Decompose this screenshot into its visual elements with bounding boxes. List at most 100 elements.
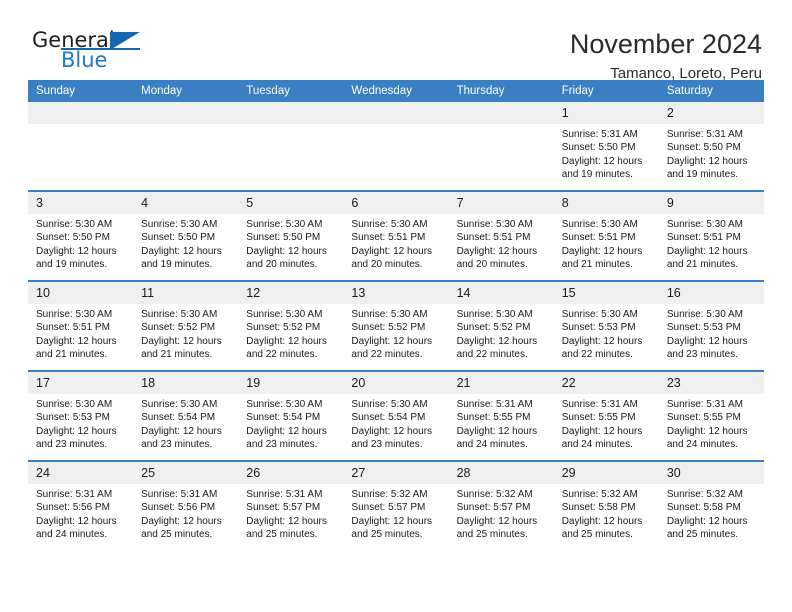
day-detail-line: and 22 minutes. bbox=[351, 349, 423, 361]
calendar-cell-day-18[interactable]: 18 Sunrise: 5:30 AM Sunset: 5:54 PM Dayligh… bbox=[133, 370, 239, 461]
day-cell: 6 Sunrise: 5:30 AM Sunset: 5:51 PM Daylight… bbox=[343, 192, 449, 280]
calendar-cell-day-19[interactable]: 19 Sunrise: 5:30 AM Sunset: 5:54 PM Dayligh… bbox=[238, 370, 344, 461]
day-detail-line: Sunrise: 5:30 AM bbox=[666, 219, 743, 230]
calendar-cell-day-27[interactable]: 27 Sunrise: 5:32 AM Sunset: 5:57 PM Dayligh… bbox=[343, 460, 449, 550]
calendar-cell-day-24[interactable]: 24 Sunrise: 5:31 AM Sunset: 5:56 PM Dayligh… bbox=[28, 460, 134, 550]
day-number bbox=[133, 102, 239, 124]
day-number: 3 bbox=[28, 192, 134, 214]
calendar-table: Sunday Monday Tuesday Wednesday Thursday Frid… bbox=[28, 80, 764, 550]
page-title: November 2024 bbox=[569, 29, 762, 59]
calendar-cell-day-20[interactable]: 20 Sunrise: 5:30 AM Sunset: 5:54 PM Dayligh… bbox=[343, 370, 449, 461]
day-number: 7 bbox=[448, 192, 554, 214]
calendar-cell-day-2[interactable]: 2 Sunrise: 5:31 AM Sunset: 5:50 PM Daylight… bbox=[658, 102, 764, 191]
calendar-cell-day-4[interactable]: 4 Sunrise: 5:30 AM Sunset: 5:50 PM Daylight… bbox=[133, 190, 239, 281]
calendar-cell-day-16[interactable]: 16 Sunrise: 5:30 AM Sunset: 5:53 PM Dayligh… bbox=[658, 280, 764, 371]
calendar-cell-day-5[interactable]: 5 Sunrise: 5:30 AM Sunset: 5:50 PM Daylight… bbox=[238, 190, 344, 281]
day-detail-line: Sunrise: 5:30 AM bbox=[141, 309, 218, 320]
calendar-cell-day-14[interactable]: 14 Sunrise: 5:30 AM Sunset: 5:52 PM Dayligh… bbox=[448, 280, 554, 371]
day-detail-line: Sunrise: 5:32 AM bbox=[351, 489, 428, 500]
calendar-cell-day-30[interactable]: 30 Sunrise: 5:32 AM Sunset: 5:58 PM Dayligh… bbox=[658, 460, 764, 550]
logo-text-blue: Blue bbox=[61, 48, 108, 72]
calendar-cell-day-15[interactable]: 15 Sunrise: 5:30 AM Sunset: 5:53 PM Dayligh… bbox=[553, 280, 659, 371]
day-number bbox=[343, 102, 449, 124]
day-detail-line: and 19 minutes. bbox=[141, 259, 213, 271]
day-number bbox=[448, 102, 554, 124]
day-detail-line: Daylight: 12 hours bbox=[351, 425, 433, 437]
day-cell: 14 Sunrise: 5:30 AM Sunset: 5:52 PM Dayligh… bbox=[448, 282, 554, 370]
calendar-cell-day-26[interactable]: 26 Sunrise: 5:31 AM Sunset: 5:57 PM Dayligh… bbox=[238, 460, 344, 550]
day-details bbox=[343, 124, 448, 128]
day-detail-line: Daylight: 12 hours bbox=[561, 155, 643, 167]
day-details bbox=[133, 124, 238, 128]
day-detail-line: and 19 minutes. bbox=[666, 169, 739, 181]
day-details: Sunrise: 5:31 AM Sunset: 5:56 PM Daylight:… bbox=[28, 484, 133, 542]
day-detail-line: and 25 minutes. bbox=[351, 529, 423, 541]
calendar-cell-empty bbox=[343, 102, 449, 191]
day-detail-line: Sunset: 5:53 PM bbox=[666, 322, 741, 334]
calendar-cell-empty bbox=[448, 102, 554, 191]
day-detail-line: Sunset: 5:51 PM bbox=[36, 322, 110, 334]
day-number bbox=[28, 102, 134, 124]
calendar-week-row: 1 Sunrise: 5:31 AM Sunset: 5:50 PM Daylight… bbox=[28, 102, 764, 191]
day-detail-line: and 19 minutes. bbox=[36, 259, 108, 271]
page-header: General Blue November 2024 Tamanco, Lore… bbox=[28, 0, 764, 82]
day-number bbox=[238, 102, 344, 124]
calendar-cell-day-23[interactable]: 23 Sunrise: 5:31 AM Sunset: 5:55 PM Dayligh… bbox=[658, 370, 764, 461]
day-detail-line: Sunrise: 5:30 AM bbox=[351, 399, 428, 410]
day-detail-line: Sunset: 5:58 PM bbox=[561, 502, 636, 514]
day-details: Sunrise: 5:30 AM Sunset: 5:51 PM Daylight:… bbox=[554, 214, 659, 272]
day-detail-line: Sunset: 5:55 PM bbox=[561, 412, 636, 424]
calendar-cell-day-28[interactable]: 28 Sunrise: 5:32 AM Sunset: 5:57 PM Dayligh… bbox=[448, 460, 554, 550]
calendar-week-row: 17 Sunrise: 5:30 AM Sunset: 5:53 PM Dayligh… bbox=[28, 370, 764, 461]
day-cell: 16 Sunrise: 5:30 AM Sunset: 5:53 PM Dayligh… bbox=[658, 282, 764, 370]
calendar-cell-day-12[interactable]: 12 Sunrise: 5:30 AM Sunset: 5:52 PM Dayligh… bbox=[238, 280, 344, 371]
day-detail-line: Sunrise: 5:30 AM bbox=[36, 219, 113, 230]
day-detail-line: Daylight: 12 hours bbox=[456, 425, 538, 437]
day-cell bbox=[448, 102, 554, 190]
calendar-cell-day-3[interactable]: 3 Sunrise: 5:30 AM Sunset: 5:50 PM Daylight… bbox=[28, 190, 134, 281]
calendar-cell-day-22[interactable]: 22 Sunrise: 5:31 AM Sunset: 5:55 PM Dayligh… bbox=[553, 370, 659, 461]
calendar-cell-day-8[interactable]: 8 Sunrise: 5:30 AM Sunset: 5:51 PM Daylight… bbox=[553, 190, 659, 281]
day-details: Sunrise: 5:30 AM Sunset: 5:50 PM Daylight:… bbox=[28, 214, 133, 272]
day-number: 17 bbox=[28, 372, 134, 394]
day-detail-line: Sunrise: 5:31 AM bbox=[666, 399, 743, 410]
calendar-cell-day-6[interactable]: 6 Sunrise: 5:30 AM Sunset: 5:51 PM Daylight… bbox=[343, 190, 449, 281]
day-detail-line: Daylight: 12 hours bbox=[561, 245, 643, 257]
day-details: Sunrise: 5:30 AM Sunset: 5:52 PM Daylight:… bbox=[238, 304, 343, 362]
calendar-cell-day-11[interactable]: 11 Sunrise: 5:30 AM Sunset: 5:52 PM Dayligh… bbox=[133, 280, 239, 371]
day-number: 23 bbox=[658, 372, 764, 394]
day-detail-line: and 24 minutes. bbox=[36, 529, 108, 541]
day-detail-line: Daylight: 12 hours bbox=[561, 515, 643, 527]
day-detail-line: Sunset: 5:56 PM bbox=[141, 502, 216, 514]
day-detail-line: and 21 minutes. bbox=[36, 349, 108, 361]
day-number: 29 bbox=[553, 462, 659, 484]
day-detail-line: Sunrise: 5:30 AM bbox=[666, 309, 743, 320]
day-detail-line: Daylight: 12 hours bbox=[36, 425, 117, 437]
day-details: Sunrise: 5:30 AM Sunset: 5:51 PM Daylight:… bbox=[343, 214, 448, 272]
calendar-cell-day-9[interactable]: 9 Sunrise: 5:30 AM Sunset: 5:51 PM Daylight… bbox=[658, 190, 764, 281]
weekday-header-sunday: Sunday bbox=[28, 80, 134, 102]
weekday-header-wednesday: Wednesday bbox=[343, 80, 449, 102]
day-number: 8 bbox=[553, 192, 659, 214]
calendar-cell-day-17[interactable]: 17 Sunrise: 5:30 AM Sunset: 5:53 PM Dayligh… bbox=[28, 370, 134, 461]
calendar-cell-day-29[interactable]: 29 Sunrise: 5:32 AM Sunset: 5:58 PM Dayligh… bbox=[553, 460, 659, 550]
calendar-cell-day-13[interactable]: 13 Sunrise: 5:30 AM Sunset: 5:52 PM Dayligh… bbox=[343, 280, 449, 371]
day-cell: 1 Sunrise: 5:31 AM Sunset: 5:50 PM Daylight… bbox=[553, 102, 659, 190]
calendar-cell-day-10[interactable]: 10 Sunrise: 5:30 AM Sunset: 5:51 PM Dayligh… bbox=[28, 280, 134, 371]
day-details: Sunrise: 5:31 AM Sunset: 5:55 PM Daylight:… bbox=[554, 394, 659, 452]
location-subtitle: Tamanco, Loreto, Peru bbox=[610, 65, 762, 82]
calendar-cell-day-7[interactable]: 7 Sunrise: 5:30 AM Sunset: 5:51 PM Daylight… bbox=[448, 190, 554, 281]
day-detail-line: Sunrise: 5:32 AM bbox=[561, 489, 638, 500]
day-detail-line: and 22 minutes. bbox=[561, 349, 633, 361]
calendar-cell-day-21[interactable]: 21 Sunrise: 5:31 AM Sunset: 5:55 PM Dayligh… bbox=[448, 370, 554, 461]
day-detail-line: Sunrise: 5:31 AM bbox=[561, 399, 638, 410]
day-number: 27 bbox=[343, 462, 449, 484]
day-detail-line: Sunrise: 5:31 AM bbox=[561, 129, 638, 140]
calendar-cell-day-25[interactable]: 25 Sunrise: 5:31 AM Sunset: 5:56 PM Dayligh… bbox=[133, 460, 239, 550]
weekday-header-tuesday: Tuesday bbox=[238, 80, 344, 102]
day-detail-line: Sunset: 5:51 PM bbox=[561, 232, 636, 244]
general-blue-logo[interactable]: General Blue bbox=[32, 28, 152, 76]
calendar-cell-day-1[interactable]: 1 Sunrise: 5:31 AM Sunset: 5:50 PM Daylight… bbox=[553, 102, 659, 191]
day-detail-line: Sunrise: 5:31 AM bbox=[141, 489, 218, 500]
day-detail-line: and 23 minutes. bbox=[141, 439, 213, 451]
